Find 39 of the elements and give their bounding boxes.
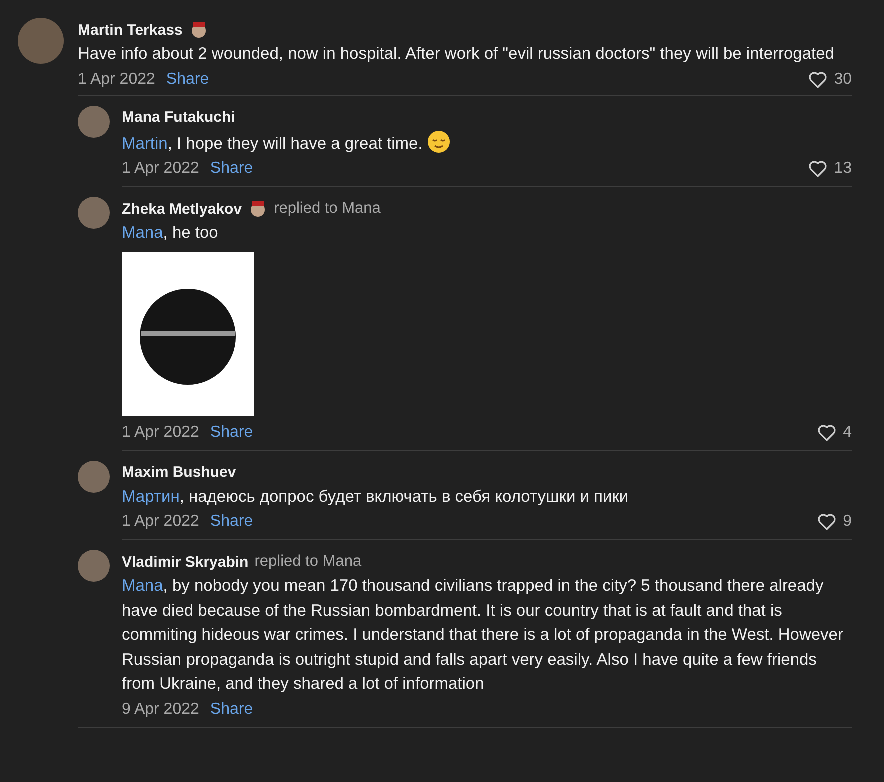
avatar	[78, 550, 110, 582]
share-link[interactable]: Share	[210, 700, 254, 718]
comment-date: 1 Apr 2022	[78, 70, 156, 88]
comment-date: 1 Apr 2022	[122, 424, 200, 442]
author-name: Maxim Bushuev	[122, 464, 236, 481]
like-count: 9	[843, 513, 852, 531]
author-name: Vladimir Skryabin	[122, 554, 249, 570]
share-link[interactable]: Share	[166, 70, 210, 88]
avatar	[18, 18, 64, 64]
heart-icon[interactable]	[808, 70, 828, 88]
comment-text: Mana, by nobody you mean 170 thousand civilians trapped in the city? 5 thousand there already have died because of the Russian bombardment. It is our country that is at fault and that is commiting hideous war crimes. I understand that there is a lot of propaganda in the West. However Russian propaganda is outright stupid and falls apart very easily. Also I have quite a few friends from Ukraine, and they shared a lot of information	[122, 576, 844, 695]
like-count: 13	[834, 160, 852, 178]
like-count: 4	[843, 424, 852, 442]
heart-icon[interactable]	[808, 160, 828, 178]
mention-link[interactable]: Mana	[122, 577, 164, 595]
author-name: Mana Futakuchi	[122, 109, 236, 126]
comment-date: 9 Apr 2022	[122, 700, 200, 718]
share-link[interactable]: Share	[210, 160, 254, 178]
share-link[interactable]: Share	[210, 513, 254, 531]
mention-link[interactable]: Mana	[122, 224, 164, 242]
author-name: Zheka Metlyakov	[122, 200, 242, 218]
comment-date: 1 Apr 2022	[122, 513, 200, 531]
heart-icon[interactable]	[817, 513, 838, 531]
avatar	[78, 197, 110, 229]
mention-link[interactable]: Martin	[122, 134, 168, 152]
like-count: 30	[834, 70, 852, 88]
share-link[interactable]: Share	[210, 424, 254, 442]
comment-text: Have info about 2 wounded, now in hospital. After work of "evil russian doctors" they will be interrogated	[78, 44, 836, 65]
heart-icon[interactable]	[817, 424, 838, 442]
avatar	[78, 106, 110, 138]
comment-text: Мартин, надеюсь допрос будет включать в себя колотушки и пики	[122, 486, 630, 508]
comment-date: 1 Apr 2022	[122, 160, 200, 178]
mention-link[interactable]: Мартин	[122, 488, 180, 506]
replied-to-label: replied to Mana	[254, 553, 362, 571]
avatar	[78, 460, 110, 492]
comment-text: Martin, I hope they will have a great time.	[122, 130, 852, 156]
replied-to-label: replied to Mana	[274, 200, 381, 218]
comment-text: Mana, he too	[122, 223, 220, 244]
author-name: Martin Terkass	[78, 22, 183, 38]
